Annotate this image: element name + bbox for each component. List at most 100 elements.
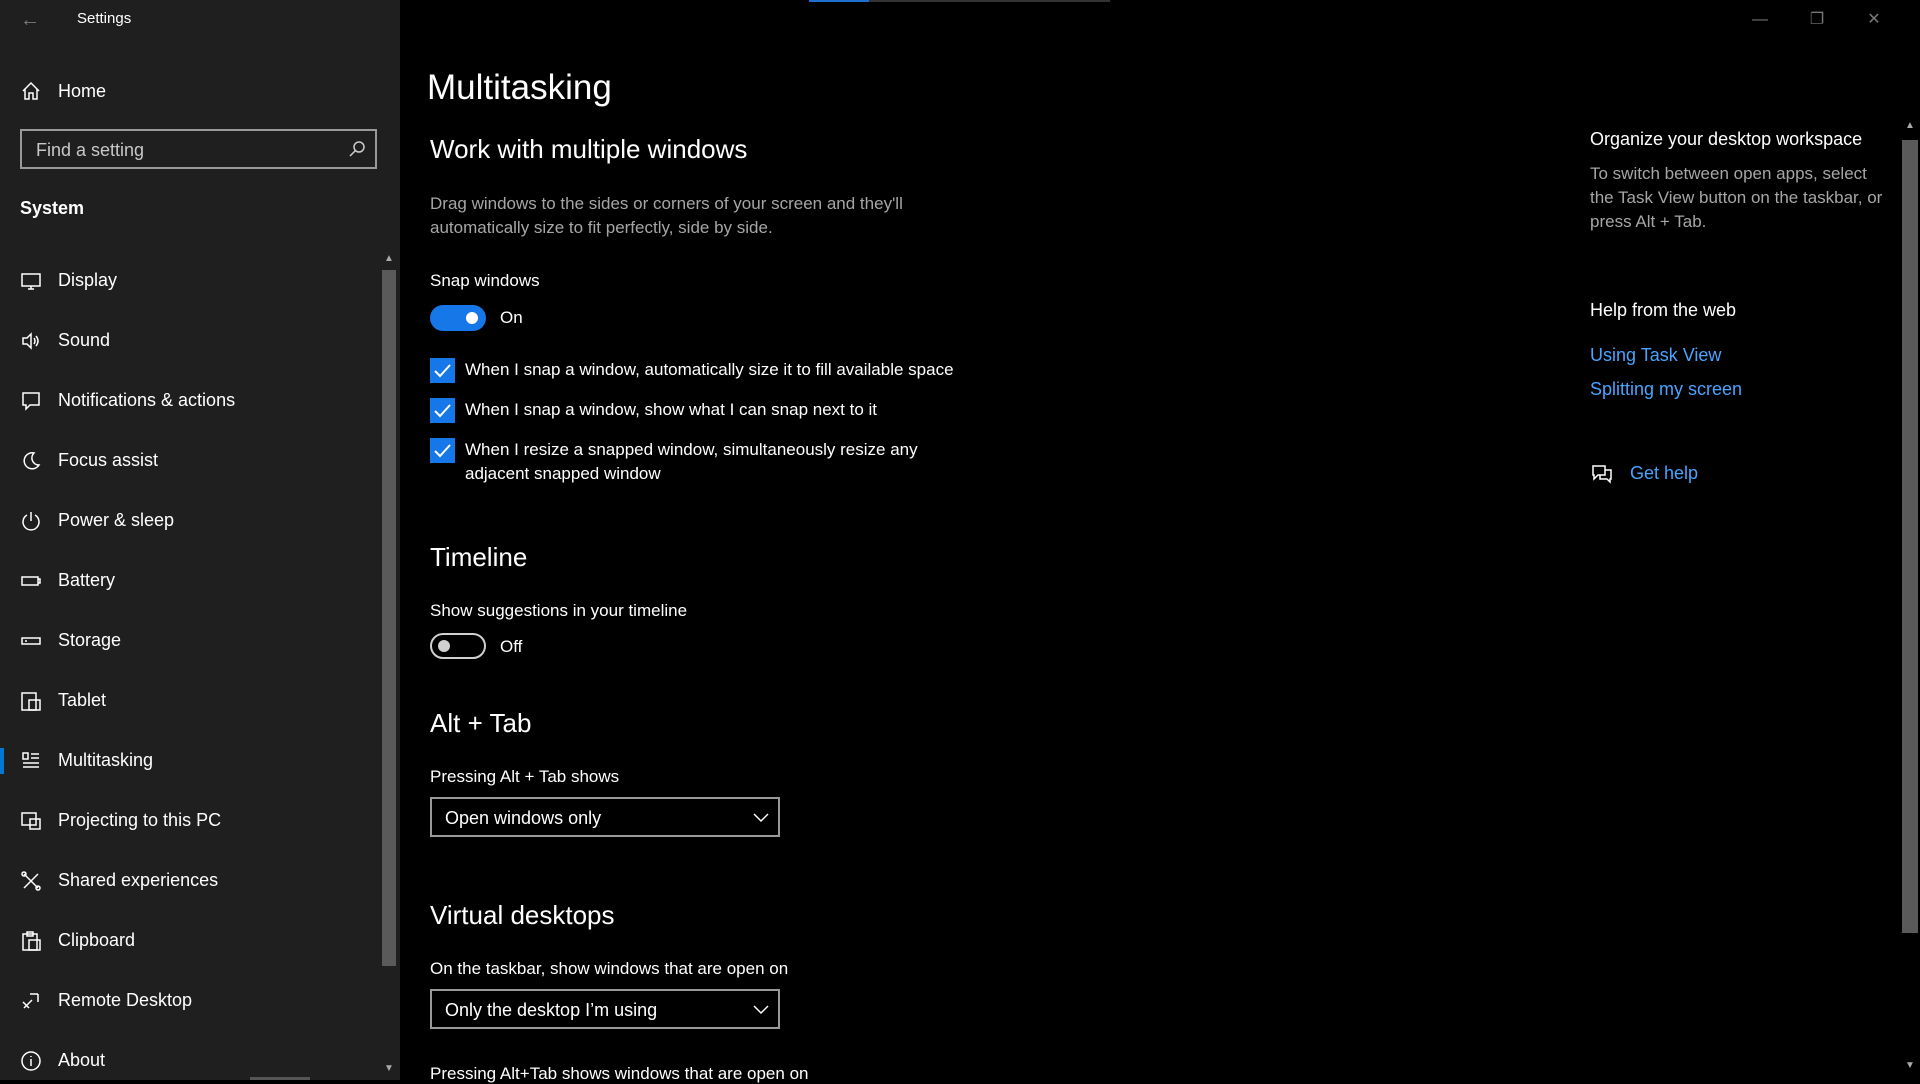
sidebar: ← Settings Home System Display Sound Notif… [0,0,400,1080]
tablet-icon [20,690,42,712]
snap-description: Drag windows to the sides or corners of … [430,194,903,237]
link-using-task-view[interactable]: Using Task View [1590,345,1721,366]
main-scrollbar[interactable]: ▲ ▼ [1900,120,1918,1080]
get-help-link[interactable]: Get help [1590,460,1790,488]
title-bar: ← Settings [0,0,400,40]
speaker-icon [20,330,42,352]
scroll-up-icon[interactable]: ▲ [1902,120,1918,134]
search-box[interactable] [20,129,377,169]
app-title: Settings [77,10,132,27]
sidebar-item-label: Sound [58,330,111,350]
shared-icon [20,870,42,892]
back-arrow-icon[interactable]: ← [20,8,40,32]
scroll-thumb[interactable] [1902,140,1918,933]
alttab-dropdown-value: Open windows only [445,808,602,828]
sidebar-item-storage[interactable]: Storage [0,618,380,664]
scroll-down-icon[interactable]: ▼ [1902,1060,1918,1074]
window-controls: — ❐ ✕ [1740,0,1920,40]
monitor-icon [20,270,42,292]
link-splitting-screen[interactable]: Splitting my screen [1590,379,1742,400]
alttab-label: Pressing Alt + Tab shows [430,767,620,786]
snap-toggle[interactable] [430,305,486,331]
help-title: Help from the web [1590,300,1737,320]
virtual-dropdown[interactable]: Only the desktop I’m using [430,989,780,1029]
sidebar-item-label: Storage [58,630,122,650]
power-icon [20,510,42,532]
sidebar-item-clipboard[interactable]: Clipboard [0,918,380,964]
battery-icon [20,570,42,592]
chat-help-icon [1590,462,1614,486]
snap-toggle-state: On [500,308,523,327]
organize-text: To switch between open apps, select the … [1590,164,1883,231]
snap-label: Snap windows [430,271,540,290]
chevron-down-icon [752,1000,770,1018]
scroll-thumb[interactable] [382,270,396,966]
checkbox-snap-assist-label: When I snap a window, show what I can sn… [465,400,878,419]
sidebar-item-multitasking[interactable]: Multitasking [0,738,380,784]
sidebar-item-projecting-to-this-pc[interactable]: Projecting to this PC [0,798,380,844]
sidebar-item-remote-desktop[interactable]: Remote Desktop [0,978,380,1024]
chevron-down-icon [752,808,770,826]
alttab-dropdown[interactable]: Open windows only [430,797,780,837]
checkbox-snap-assist[interactable] [430,398,455,423]
checkbox-resize-adjacent-label: When I resize a snapped window, simultan… [465,440,918,483]
sidebar-item-label: Focus assist [58,450,159,470]
restore-icon[interactable]: ❐ [1797,6,1837,34]
organize-title: Organize your desktop workspace [1590,129,1863,149]
section-heading-alttab: Alt + Tab [430,708,532,738]
sidebar-item-power-sleep[interactable]: Power & sleep [0,498,380,544]
scroll-up-icon[interactable]: ▲ [382,252,396,266]
timeline-label: Show suggestions in your timeline [430,601,688,620]
close-icon[interactable]: ✕ [1854,6,1894,34]
storage-icon [20,630,42,652]
sidebar-item-focus-assist[interactable]: Focus assist [0,438,380,484]
checkbox-resize-adjacent[interactable] [430,438,455,463]
get-help-label: Get help [1630,463,1699,483]
timeline-toggle-state: Off [500,637,523,656]
sidebar-item-notifications-actions[interactable]: Notifications & actions [0,378,380,424]
selection-indicator [0,748,4,774]
section-title: System [20,198,85,218]
sidebar-item-tablet[interactable]: Tablet [0,678,380,724]
sidebar-item-label: Power & sleep [58,510,175,530]
virtual-alttab-label: Pressing Alt+Tab shows windows that are … [430,1064,809,1083]
sidebar-item-display[interactable]: Display [0,258,380,304]
sidebar-item-label: Multitasking [58,750,154,770]
sidebar-item-about[interactable]: About [0,1038,380,1084]
sidebar-item-shared-experiences[interactable]: Shared experiences [0,858,380,904]
page-title: Multitasking [427,68,612,107]
virtual-label: On the taskbar, show windows that are op… [430,959,789,978]
notification-icon [20,390,42,412]
nav-home[interactable]: Home [0,74,400,110]
virtual-dropdown-value: Only the desktop I’m using [445,1000,658,1020]
loading-bar [809,0,1110,2]
sidebar-item-label: Clipboard [58,930,136,950]
moon-icon [20,450,42,472]
home-icon [20,80,42,102]
info-icon [20,1050,42,1072]
home-label: Home [58,81,107,101]
multitasking-icon [20,750,42,772]
sidebar-item-label: Display [58,270,118,290]
sidebar-scrollbar[interactable]: ▲ ▼ [380,252,396,1076]
search-icon[interactable] [347,139,367,159]
sidebar-item-battery[interactable]: Battery [0,558,380,604]
sidebar-item-label: Remote Desktop [58,990,193,1010]
clipboard-icon [20,930,42,952]
sidebar-item-label: Tablet [58,690,107,710]
sidebar-item-label: Shared experiences [58,870,219,890]
sidebar-item-label: Battery [58,570,116,590]
checkbox-fill-space-label: When I snap a window, automatically size… [465,360,954,379]
search-input[interactable] [34,131,338,169]
remote-desktop-icon [20,990,42,1012]
minimize-icon[interactable]: — [1740,6,1780,34]
timeline-toggle[interactable] [430,633,486,659]
sidebar-item-label: About [58,1050,106,1070]
checkbox-fill-space[interactable] [430,358,455,383]
sidebar-item-sound[interactable]: Sound [0,318,380,364]
sidebar-item-label: Projecting to this PC [58,810,222,830]
projector-icon [20,810,42,832]
scroll-down-icon[interactable]: ▼ [382,1062,396,1076]
section-heading-virtual: Virtual desktops [430,900,615,930]
sidebar-item-label: Notifications & actions [58,390,236,410]
